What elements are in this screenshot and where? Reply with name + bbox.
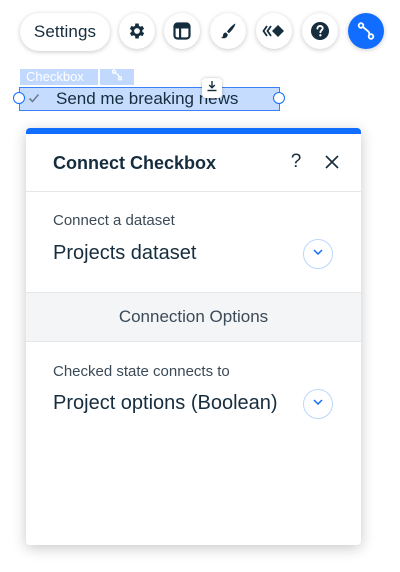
checked-state-value[interactable]: Project options (Boolean) <box>53 392 293 415</box>
download-handle[interactable] <box>202 78 222 98</box>
dataset-section: Connect a dataset Projects dataset <box>26 192 361 293</box>
chevron-down-icon <box>311 245 325 264</box>
help-button[interactable] <box>302 13 338 49</box>
panel-help-button[interactable]: ? <box>288 151 304 173</box>
checked-state-section: Checked state connects to Project option… <box>26 342 361 442</box>
editor-toolbar: Settings <box>0 0 400 60</box>
checkbox-element[interactable]: Send me breaking news <box>19 87 280 111</box>
settings-gear-button[interactable] <box>119 13 155 49</box>
dataset-label: Connect a dataset <box>53 212 175 229</box>
connect-checkbox-panel: Connect Checkbox ? Connect a dataset Pro… <box>26 128 361 545</box>
brush-icon <box>218 21 238 41</box>
element-type-label: Checkbox <box>20 69 98 85</box>
connect-data-icon <box>111 68 123 86</box>
close-icon <box>324 155 340 174</box>
settings-button[interactable]: Settings <box>20 13 110 51</box>
element-connected-badge <box>100 69 134 85</box>
checked-state-label: Checked state connects to <box>53 363 230 380</box>
panel-close-button[interactable] <box>324 154 340 170</box>
selected-element-tag: Checkbox <box>20 69 134 85</box>
design-button[interactable] <box>210 13 246 49</box>
panel-title: Connect Checkbox <box>53 153 217 173</box>
chevron-down-icon <box>311 395 325 414</box>
connection-options-title: Connection Options <box>118 307 269 326</box>
panel-header: Connect Checkbox ? <box>26 134 361 192</box>
layout-icon <box>173 22 191 40</box>
layout-button[interactable] <box>164 13 200 49</box>
help-icon <box>310 21 330 41</box>
animation-icon <box>262 23 286 39</box>
checked-state-dropdown-button[interactable] <box>303 389 333 419</box>
resize-handle-right[interactable] <box>273 92 285 104</box>
animation-button[interactable] <box>256 13 292 49</box>
connection-options-section: Connection Options <box>26 293 361 342</box>
connect-data-icon <box>356 21 376 41</box>
connect-data-button[interactable] <box>348 13 384 49</box>
dataset-value[interactable]: Projects dataset <box>53 242 293 265</box>
checkmark-icon[interactable] <box>27 91 41 105</box>
gear-icon <box>127 21 147 41</box>
dataset-dropdown-button[interactable] <box>303 239 333 269</box>
resize-handle-left[interactable] <box>13 92 25 104</box>
download-icon <box>206 79 218 97</box>
